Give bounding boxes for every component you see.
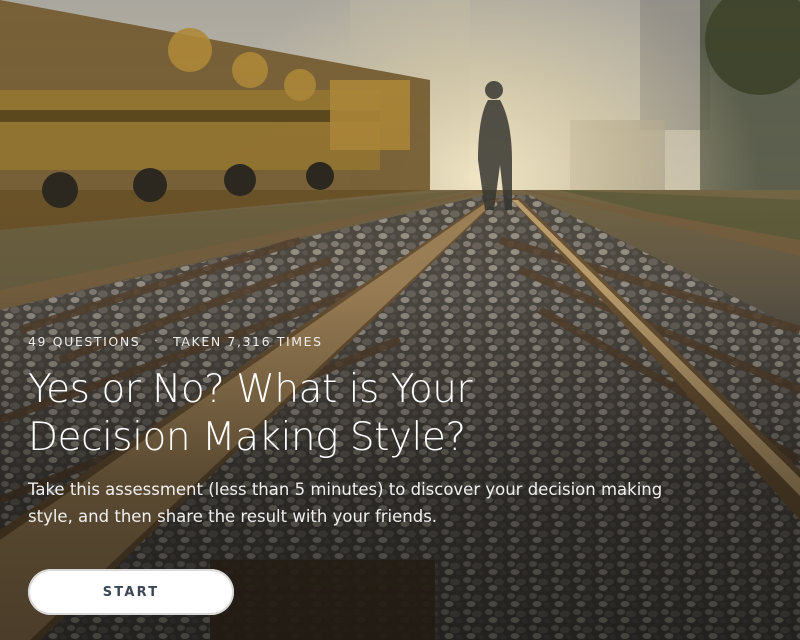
meta-separator: · bbox=[154, 335, 160, 347]
start-button[interactable]: START bbox=[28, 569, 234, 615]
image-overlay bbox=[0, 0, 800, 640]
quiz-hero: 49 QUESTIONS · TAKEN 7,316 TIMES Yes or … bbox=[0, 0, 800, 640]
quiz-info: 49 QUESTIONS · TAKEN 7,316 TIMES Yes or … bbox=[28, 330, 768, 530]
quiz-title: Yes or No? What is Your Decision Making … bbox=[28, 367, 472, 460]
quiz-meta: 49 QUESTIONS · TAKEN 7,316 TIMES bbox=[28, 330, 768, 352]
question-count: 49 QUESTIONS bbox=[28, 333, 141, 349]
taken-count: TAKEN 7,316 TIMES bbox=[173, 333, 323, 349]
quiz-description: Take this assessment (less than 5 minute… bbox=[28, 480, 663, 526]
